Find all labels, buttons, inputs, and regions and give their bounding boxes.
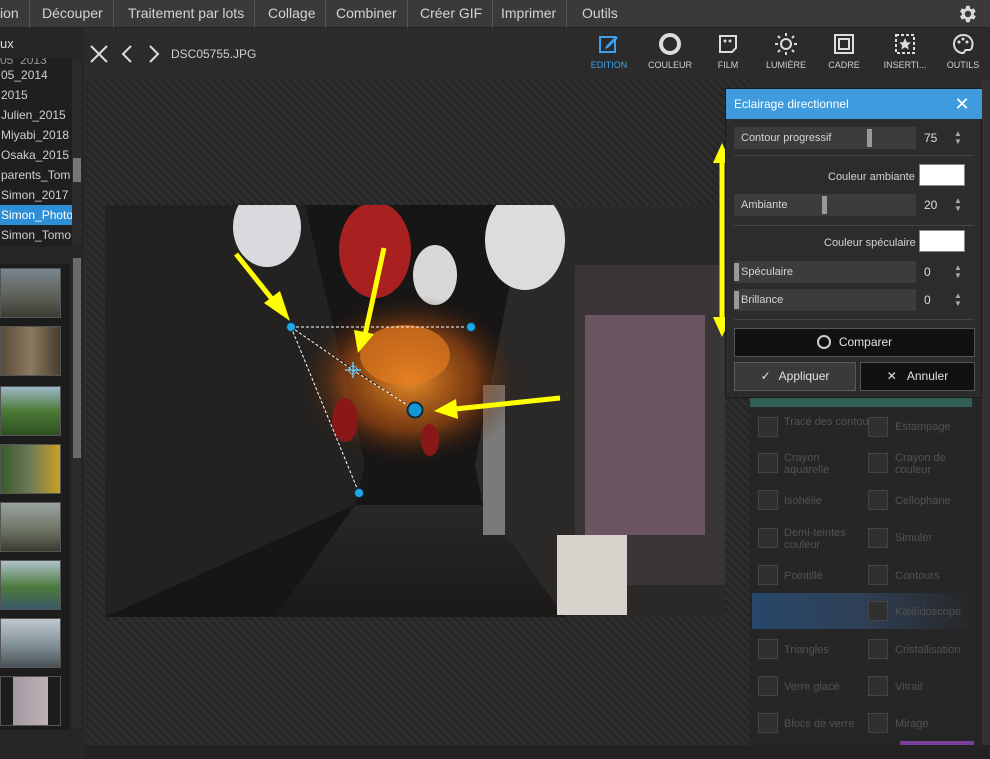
slider-label: Ambiante [741,199,788,211]
speculaire-slider[interactable]: Spéculaire [734,261,916,283]
separator [734,319,974,320]
slider-handle[interactable] [822,196,827,214]
slider-handle[interactable] [734,263,739,281]
effect-icon [758,417,778,437]
spin-up-icon[interactable]: ▲ [954,264,962,272]
effect-item[interactable]: Simuler [895,532,932,544]
dialog-title: Eclairage directionnel [726,89,982,119]
directional-lighting-dialog: Eclairage directionnel ✕ Contour progres… [725,88,982,398]
brillance-slider[interactable]: Brillance [734,289,916,311]
effect-item[interactable]: Triangles [784,644,829,656]
spin-up-icon[interactable]: ▲ [954,130,962,138]
specular-color-swatch[interactable] [919,230,965,252]
effect-icon [758,565,778,585]
effect-icon [868,565,888,585]
slider-handle[interactable] [734,291,739,309]
effect-item[interactable]: Contours [895,570,940,582]
effect-icon [868,601,888,621]
apply-button[interactable]: ✓ Appliquer [734,362,856,391]
button-label: Appliquer [778,369,830,383]
effect-item[interactable]: Estampage [895,421,951,433]
spin-down-icon[interactable]: ▼ [954,205,962,213]
close-icon[interactable]: ✕ [953,95,971,113]
effect-item[interactable]: Verre glacé [784,681,840,693]
contour-progressif-slider[interactable]: Contour progressif [734,127,916,149]
separator [734,155,974,156]
effect-item[interactable]: Tracé des contours [784,416,878,428]
ambient-color-label: Couleur ambiante [828,171,915,183]
ambient-color-swatch[interactable] [919,164,965,186]
effect-icon [868,676,888,696]
effect-icon [758,490,778,510]
effect-icon [758,676,778,696]
effect-icon [758,453,778,473]
specular-color-label: Couleur spéculaire [824,237,916,249]
effect-item[interactable]: Mirage [895,718,929,730]
effect-icon [868,528,888,548]
effects-panel: Tracé des contours Estampage Crayon aqua… [750,395,982,745]
spin-down-icon[interactable]: ▼ [954,300,962,308]
close-icon: ✕ [886,369,897,383]
compare-icon [816,335,831,349]
bottom-toolbar [84,745,990,759]
spin-up-icon[interactable]: ▲ [954,292,962,300]
effect-item[interactable]: Isohélie [784,495,822,507]
compare-button[interactable]: Comparer [734,328,975,357]
effect-item[interactable]: Crayon de couleur [895,452,965,476]
ambiante-slider[interactable]: Ambiante [734,194,916,216]
slider-label: Spéculaire [741,266,793,278]
spin-up-icon[interactable]: ▲ [954,197,962,205]
effect-icon [868,639,888,659]
effect-icon [868,490,888,510]
separator [734,225,974,226]
effect-item[interactable]: Cristallisation [895,644,960,656]
effect-icon [868,453,888,473]
cancel-button[interactable]: ✕ Annuler [860,362,975,391]
effect-item[interactable]: Crayon aquarelle [784,452,854,476]
effect-icon [868,713,888,733]
slider-handle[interactable] [867,129,872,147]
spin-down-icon[interactable]: ▼ [954,272,962,280]
effect-item[interactable]: Cellophane [895,495,951,507]
effect-icon [868,417,888,437]
check-icon: ✓ [760,369,771,383]
slider-label: Contour progressif [741,132,832,144]
right-scrollbar[interactable] [982,80,990,745]
effect-item[interactable]: Demi-teintes couleur [784,527,854,551]
effect-icon [758,528,778,548]
spin-down-icon[interactable]: ▼ [954,138,962,146]
button-label: Comparer [838,335,893,349]
effect-icon [758,639,778,659]
button-label: Annuler [906,369,949,383]
effect-item[interactable]: Pointillé [784,570,823,582]
effect-item[interactable]: Vitrail [895,681,922,693]
effect-item-selected[interactable]: Kaléidoscope [895,606,961,618]
slider-label: Brillance [741,294,784,306]
effect-icon [758,713,778,733]
effect-item[interactable]: Blocs de verre [784,718,854,730]
